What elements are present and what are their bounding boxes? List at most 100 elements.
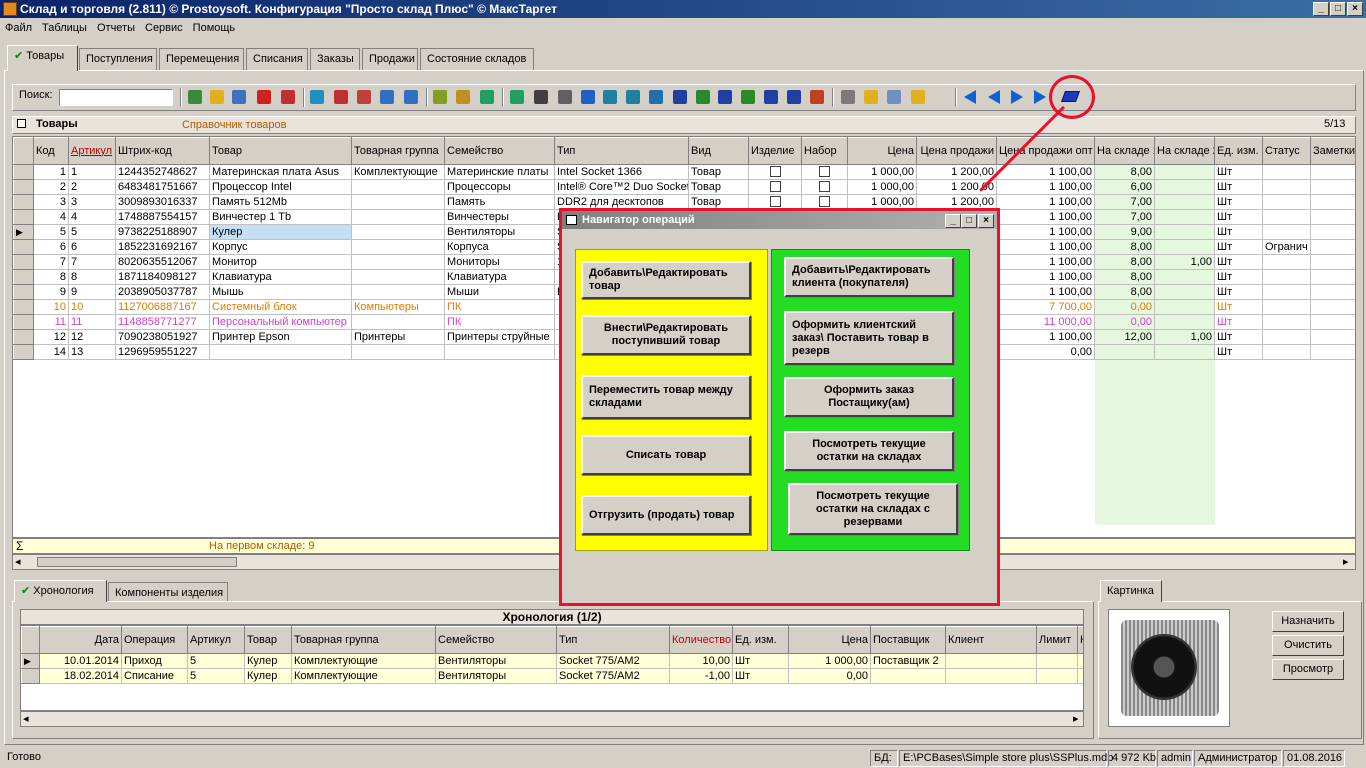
table-cell[interactable] xyxy=(351,179,445,195)
table-cell[interactable] xyxy=(748,179,802,195)
column-header[interactable]: Семейство xyxy=(435,626,557,654)
table-cell[interactable]: 3 xyxy=(33,194,69,210)
table-cell[interactable]: 1,00 xyxy=(1154,254,1215,270)
column-header[interactable]: Операция xyxy=(121,626,188,654)
table-cell[interactable] xyxy=(1310,224,1355,240)
grid-icon[interactable] xyxy=(884,87,904,107)
table-cell[interactable]: Кулер xyxy=(244,653,292,669)
refresh-icon[interactable] xyxy=(507,87,527,107)
tab-receipts[interactable]: Поступления xyxy=(79,48,157,70)
table-cell[interactable]: Мониторы xyxy=(444,254,555,270)
row-indicator[interactable] xyxy=(13,239,34,255)
column-header[interactable]: Тип xyxy=(556,626,670,654)
table-cell[interactable]: 1 100,00 xyxy=(996,239,1095,255)
table-cell[interactable]: 4 xyxy=(68,209,116,225)
write-off-button[interactable]: Списать товар xyxy=(581,435,751,475)
assign-button[interactable]: Назначить xyxy=(1272,611,1344,632)
table-cell[interactable]: Приход xyxy=(121,653,188,669)
table-cell[interactable]: 12,00 xyxy=(1094,329,1155,345)
tab-components[interactable]: Компоненты изделия xyxy=(108,582,228,602)
table-cell[interactable]: Комплектующие xyxy=(291,653,436,669)
table-cell[interactable]: 1244352748627 xyxy=(115,164,210,180)
table-cell[interactable] xyxy=(1262,254,1311,270)
table-cell[interactable] xyxy=(1310,344,1355,360)
table-cell[interactable]: Шт xyxy=(1214,329,1263,345)
view-button[interactable]: Просмотр xyxy=(1272,659,1344,680)
checkbox[interactable] xyxy=(769,196,781,208)
binoculars-icon[interactable] xyxy=(531,87,551,107)
column-header[interactable]: Товарная группа xyxy=(351,137,445,165)
table-cell[interactable]: 5 xyxy=(33,224,69,240)
table-cell[interactable]: Шт xyxy=(1214,269,1263,285)
table-cell[interactable] xyxy=(1262,179,1311,195)
filter-remove-icon[interactable] xyxy=(354,87,374,107)
tab-writeoffs[interactable]: Списания xyxy=(246,48,308,70)
table-cell[interactable]: Огранич xyxy=(1262,239,1311,255)
last-icon[interactable] xyxy=(1030,87,1050,107)
lightning-icon[interactable] xyxy=(908,87,928,107)
table-cell[interactable]: Шт xyxy=(732,653,789,669)
table-cell[interactable]: 7,00 xyxy=(1094,209,1155,225)
delete-icon[interactable] xyxy=(254,87,274,107)
table-cell[interactable] xyxy=(1310,254,1355,270)
table-cell[interactable]: Шт xyxy=(1214,239,1263,255)
table-cell[interactable] xyxy=(1262,299,1311,315)
column-header[interactable]: Ед. изм. xyxy=(1214,137,1263,165)
table-cell[interactable]: 11 xyxy=(68,314,116,330)
table-cell[interactable] xyxy=(1154,194,1215,210)
table-cell[interactable]: 10.01.2014 xyxy=(39,653,122,669)
table-cell[interactable] xyxy=(1310,179,1355,195)
table-cell[interactable]: Шт xyxy=(1214,194,1263,210)
chart-icon[interactable] xyxy=(807,87,827,107)
column-header[interactable]: Артикул xyxy=(68,137,116,165)
row-indicator[interactable] xyxy=(13,314,34,330)
first-icon[interactable] xyxy=(960,87,980,107)
table-cell[interactable]: ПК xyxy=(444,314,555,330)
tab-warehouse-state[interactable]: Состояние складов xyxy=(420,48,534,70)
stock-reserve-view-button[interactable]: Посмотреть текущие остатки на складах с … xyxy=(788,483,958,535)
table-cell[interactable]: 7 700,00 xyxy=(996,299,1095,315)
table-cell[interactable] xyxy=(1262,269,1311,285)
table-cell[interactable]: 5 xyxy=(187,653,245,669)
print-icon[interactable] xyxy=(555,87,575,107)
table-cell[interactable] xyxy=(1077,668,1083,684)
column-header[interactable]: Клиент xyxy=(945,626,1037,654)
dialog-close-button[interactable]: × xyxy=(978,214,994,228)
table-cell[interactable]: 9 xyxy=(68,284,116,300)
table-cell[interactable] xyxy=(351,224,445,240)
table-cell[interactable]: Кулер xyxy=(244,668,292,684)
table-cell[interactable]: Клавиатура xyxy=(444,269,555,285)
table-cell[interactable]: 1 000,00 xyxy=(847,164,917,180)
excel-icon[interactable] xyxy=(693,87,713,107)
table-cell[interactable]: -1,00 xyxy=(669,668,733,684)
export-5-icon[interactable] xyxy=(738,87,758,107)
column-header[interactable]: Код склад xyxy=(1077,626,1083,654)
row-indicator[interactable] xyxy=(13,194,34,210)
table-cell[interactable]: 7090238051927 xyxy=(115,329,210,345)
add-client-button[interactable]: Добавить\Редактировать клиента (покупате… xyxy=(784,257,954,297)
table-cell[interactable] xyxy=(1310,299,1355,315)
dialog-maximize-button[interactable]: □ xyxy=(961,214,977,228)
column-header[interactable]: Цена xyxy=(847,137,917,165)
table-row[interactable]: ▶ 10.01.2014 Приход 5 Кулер Комплектующие Вент… xyxy=(21,653,1083,669)
menu-file[interactable]: Файл xyxy=(0,22,37,34)
table-cell[interactable] xyxy=(1310,209,1355,225)
table-cell[interactable] xyxy=(1094,344,1155,360)
word-icon[interactable] xyxy=(670,87,690,107)
table-cell[interactable] xyxy=(1262,164,1311,180)
table-cell[interactable]: 9738225188907 xyxy=(115,224,210,240)
table-cell[interactable] xyxy=(1310,284,1355,300)
table-cell[interactable]: Процессор Intel xyxy=(209,179,352,195)
column-header[interactable]: Тип xyxy=(554,137,689,165)
row-indicator[interactable] xyxy=(13,209,34,225)
table-cell[interactable] xyxy=(351,269,445,285)
table-cell[interactable]: Товар xyxy=(688,179,749,195)
table-row[interactable]: 18.02.2014 Списание 5 Кулер Комплектующие Вен… xyxy=(21,668,1083,684)
table-cell[interactable]: 4 xyxy=(33,209,69,225)
table-cell[interactable]: 1296959551227 xyxy=(115,344,210,360)
table-cell[interactable] xyxy=(1077,653,1083,669)
column-header[interactable]: Заметки xyxy=(1310,137,1355,165)
table-cell[interactable] xyxy=(1262,224,1311,240)
table-cell[interactable]: 1 000,00 xyxy=(847,179,917,195)
table-cell[interactable]: 13 xyxy=(68,344,116,360)
